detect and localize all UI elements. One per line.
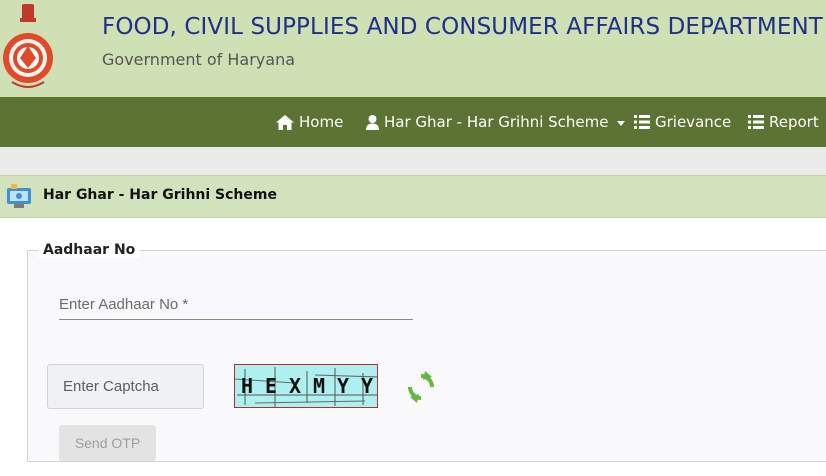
captcha-char: Y (336, 374, 350, 398)
nav-report-label: Report (769, 113, 819, 131)
government-subtitle: Government of Haryana (102, 50, 296, 69)
haryana-emblem-icon (3, 4, 53, 88)
nav-grievance-label: Grievance (655, 113, 732, 131)
section-header: Har Ghar - Har Grihni Scheme (0, 175, 826, 218)
captcha-image: H E X M Y Y (234, 364, 378, 408)
captcha-char: H (240, 374, 254, 398)
nav-grievance[interactable]: Grievance (634, 97, 731, 147)
site-header: FOOD, CIVIL SUPPLIES AND CONSUMER AFFAIR… (0, 0, 826, 97)
captcha-char: X (288, 374, 302, 398)
main-navbar: Home Har Ghar - Har Grihni Scheme Grieva… (0, 97, 826, 147)
nav-home[interactable]: Home (276, 97, 343, 147)
captcha-text: H E X M Y Y (235, 374, 377, 398)
user-icon (366, 114, 379, 130)
nav-report[interactable]: Report (748, 97, 819, 147)
list-icon (748, 115, 764, 129)
spacer-strip (0, 147, 826, 175)
section-title: Har Ghar - Har Grihni Scheme (43, 187, 277, 203)
aadhaar-legend: Aadhaar No (38, 242, 141, 258)
scheme-icon (7, 184, 31, 208)
captcha-char: M (312, 374, 326, 398)
nav-home-label: Home (299, 113, 344, 131)
send-otp-button[interactable]: Send OTP (59, 425, 156, 461)
aadhaar-input[interactable] (59, 290, 413, 320)
chevron-down-icon (616, 120, 625, 126)
refresh-captcha-icon[interactable] (405, 371, 437, 403)
form-content: Aadhaar No H E X M Y Y Send OTP (0, 218, 826, 476)
list-icon (634, 115, 650, 129)
nav-scheme-label: Har Ghar - Har Grihni Scheme (384, 113, 609, 131)
captcha-char: E (264, 374, 278, 398)
department-title: FOOD, CIVIL SUPPLIES AND CONSUMER AFFAIR… (102, 14, 823, 40)
captcha-char: Y (360, 374, 374, 398)
captcha-input[interactable] (47, 364, 204, 409)
home-icon (276, 114, 294, 130)
nav-scheme-dropdown[interactable]: Har Ghar - Har Grihni Scheme (366, 97, 625, 147)
